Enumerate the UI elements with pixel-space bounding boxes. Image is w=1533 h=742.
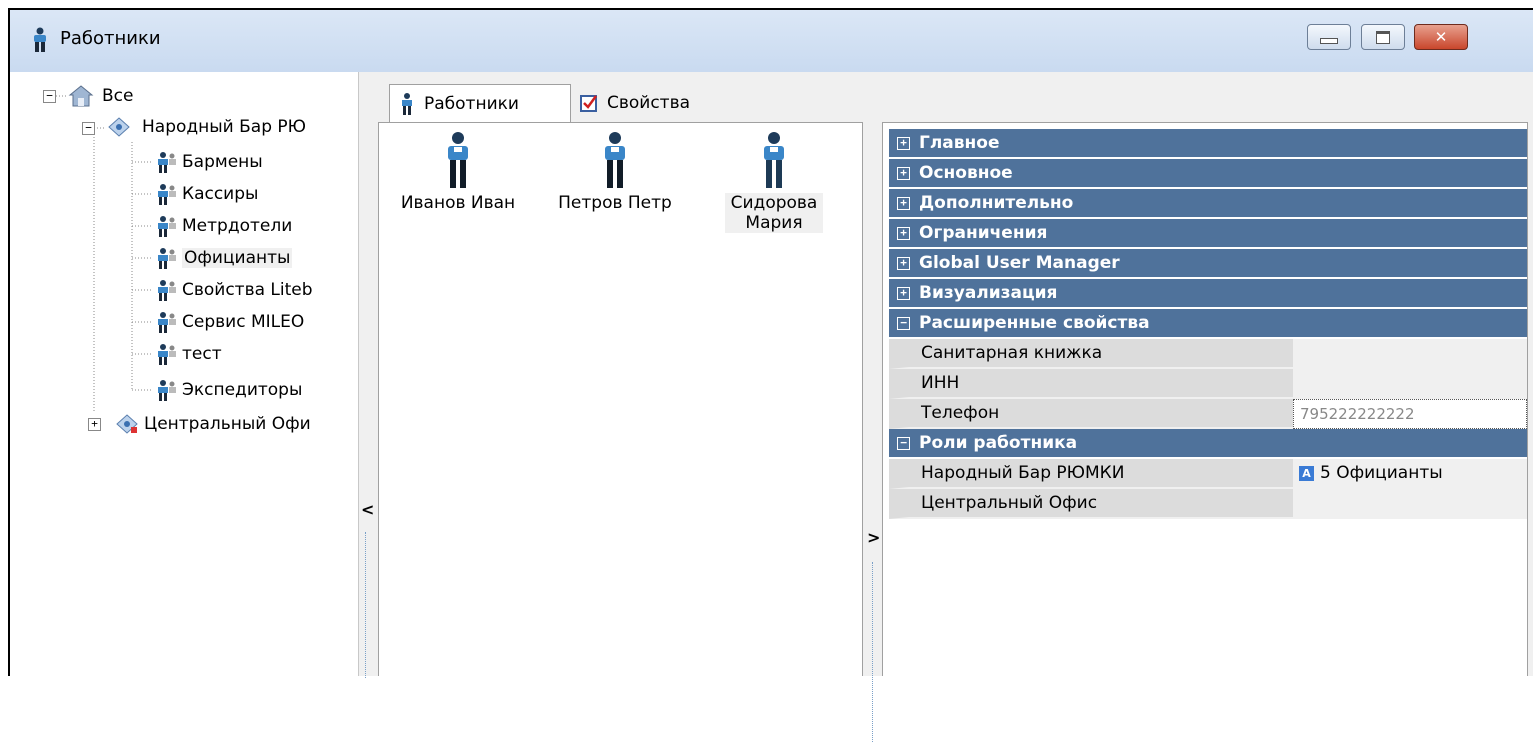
workers-group-icon [158,248,176,269]
splitter-grip [365,532,368,678]
expand-icon: + [897,136,910,150]
tree-item-group[interactable]: Сервис MILEO [154,310,304,334]
tree-item-group[interactable]: тест [154,342,222,366]
property-grid[interactable]: + Главное + Основное + Дополнительно + Огран… [882,122,1528,676]
client-area: − Все − Народный Бар РЮ Бармены Кассиры … [10,72,1533,742]
category-restrictions[interactable]: + Ограничения [889,219,1527,249]
workers-group-icon [158,184,176,205]
maximize-button[interactable] [1361,24,1405,50]
department-tree[interactable]: − Все − Народный Бар РЮ Бармены Кассиры … [10,72,358,676]
employee-avatar [605,132,625,188]
property-row-sanitary-book[interactable]: Санитарная книжка [889,339,1527,369]
site-icon [108,117,130,137]
category-main[interactable]: + Главное [889,129,1527,159]
employee-item[interactable]: Иванов Иван [383,131,533,213]
tree-node-root[interactable]: Все [68,84,133,108]
tree-item-group-selected[interactable]: Официанты [154,246,293,270]
expand-right-arrow[interactable]: > [867,528,880,547]
tree-expander-root[interactable]: − [43,90,56,103]
right-splitter[interactable]: > [865,122,880,742]
collapse-icon: − [897,436,910,450]
property-row-inn[interactable]: ИНН [889,369,1527,399]
left-splitter[interactable]: < [358,72,375,678]
site-icon [116,414,138,434]
worker-icon [402,92,412,115]
tree-item-group[interactable]: Кассиры [154,182,258,206]
category-basic[interactable]: + Основное [889,159,1527,189]
workers-group-icon [158,344,176,365]
splitter-grip [872,562,875,742]
expand-icon: + [897,286,910,300]
role-icon: A [1299,465,1314,481]
close-icon: ✕ [1434,28,1448,46]
employee-list[interactable]: Иванов Иван Петров Петр Сидорова Мария [378,122,863,676]
phone-field[interactable]: 795222222222 [1293,399,1527,429]
property-row-role-bar[interactable]: Народный Бар РЮМКИ A 5 Официанты [889,459,1527,489]
category-additional[interactable]: + Дополнительно [889,189,1527,219]
close-button[interactable]: ✕ [1414,24,1468,50]
category-visualization[interactable]: + Визуализация [889,279,1527,309]
category-employee-roles[interactable]: − Роли работника [889,429,1527,459]
collapse-icon: − [897,316,910,330]
expand-icon: + [897,166,910,180]
workers-group-icon [158,312,176,333]
checkbox-icon [580,95,598,112]
title-bar[interactable]: Работники ✕ [10,10,1533,72]
category-global-user-manager[interactable]: + Global User Manager [889,249,1527,279]
tree-expander-site-1[interactable]: − [82,122,95,135]
tab-workers[interactable]: Работники [389,84,571,122]
employee-item[interactable]: Петров Петр [545,131,685,213]
tree-item-group[interactable]: Экспедиторы [154,378,302,402]
property-row-phone[interactable]: Телефон 795222222222 [889,399,1527,429]
expand-icon: + [897,226,910,240]
tree-node-site-2[interactable]: Центральный Офи [114,412,311,436]
tree-node-site-1[interactable]: Народный Бар РЮ [106,115,306,139]
tab-properties[interactable]: Свойства [571,84,741,122]
workers-group-icon [158,280,176,301]
minimize-button[interactable] [1307,24,1351,50]
tree-expander-site-2[interactable]: + [88,418,101,431]
property-row-role-office[interactable]: Центральный Офис [889,489,1527,519]
tree-item-group[interactable]: Свойства Liteb [154,278,313,302]
role-value[interactable]: A 5 Официанты [1293,459,1527,489]
workers-group-icon [158,152,176,173]
minimize-icon [1320,38,1338,44]
tree-item-group[interactable]: Бармены [154,150,263,174]
maximize-icon [1376,30,1390,44]
employee-avatar [448,132,468,188]
expand-icon: + [897,256,910,270]
workers-group-icon [158,380,176,401]
content-area: Иванов Иван Петров Петр Сидорова Мария > [374,122,1533,742]
house-icon [68,85,94,107]
employee-item-selected[interactable]: Сидорова Мария [709,131,839,233]
workers-window: Работники ✕ − Все − Народный Бар РЮ Барм… [8,8,1533,742]
collapse-left-arrow[interactable]: < [361,500,374,519]
employee-avatar [764,132,784,188]
worker-icon [34,27,46,52]
window-title: Работники [60,28,161,49]
expand-icon: + [897,196,910,210]
category-extended-properties[interactable]: − Расширенные свойства [889,309,1527,339]
workers-group-icon [158,216,176,237]
tree-item-group[interactable]: Метрдотели [154,214,292,238]
